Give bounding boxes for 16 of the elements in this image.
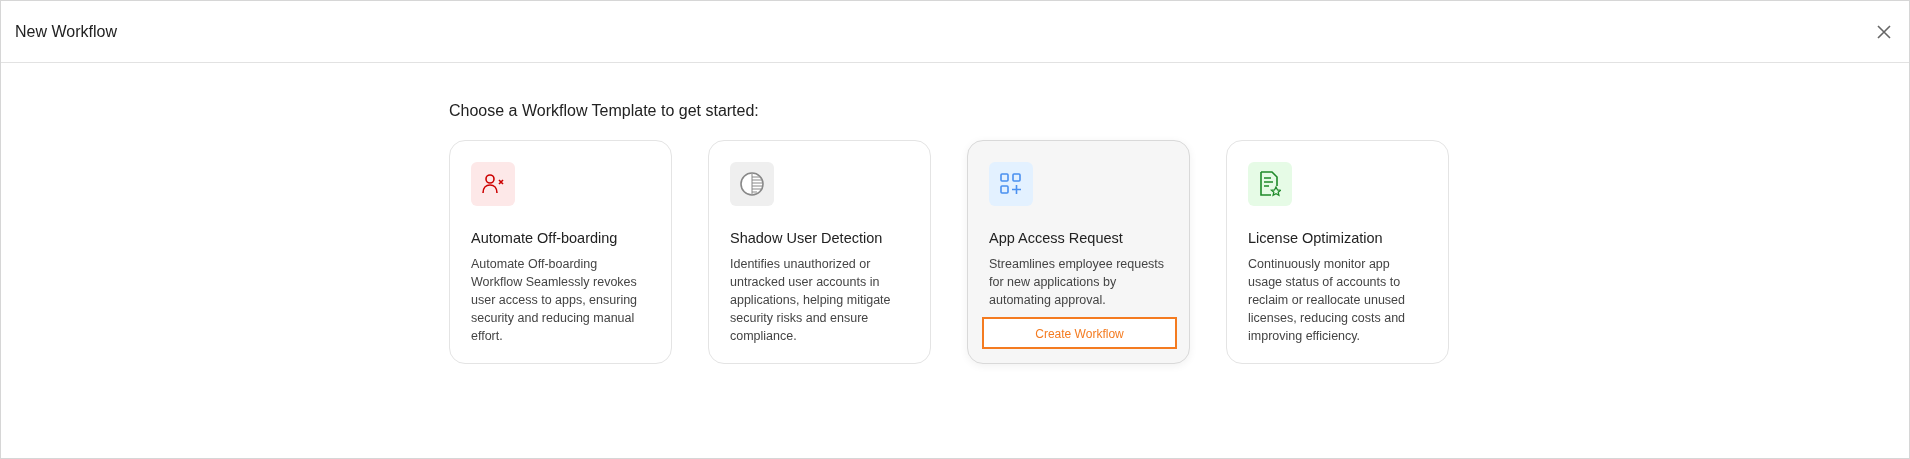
card-title: App Access Request — [989, 229, 1124, 248]
card-description: Streamlines employee requests for new applications by automating approval. — [989, 255, 1165, 309]
card-title: License Optimization — [1248, 229, 1384, 248]
template-card[interactable]: License Optimization Continuously monitor app usage status of accounts to reclaim or reallocate unused licenses, reducing costs and improving efficiency. — [1226, 140, 1449, 364]
template-card[interactable]: Automate Off-boarding Automate Off-boarding Workflow Seamlessly revokes user access to apps, ensuring security and reducing manual effort. — [449, 140, 672, 364]
apps-add-icon — [989, 162, 1033, 206]
window-title: New Workflow — [15, 21, 117, 42]
template-card[interactable]: Shadow User Detection Identifies unauthorized or untracked user accounts in applications, helping mitigate security risks and ensure compliance. — [708, 140, 931, 364]
template-card[interactable]: App Access Request Streamlines employee requests for new applications by automating approval. Create Workflow — [967, 140, 1190, 364]
card-title: Shadow User Detection — [730, 229, 884, 248]
card-description: Identifies unauthorized or untracked user accounts in applications, helping mitigate security risks and ensure compliance. — [730, 255, 892, 345]
card-title: Automate Off-boarding — [471, 229, 619, 248]
heading: Choose a Workflow Template to get started: — [449, 101, 760, 121]
user-remove-icon — [471, 162, 515, 206]
card-description: Continuously monitor app usage status of accounts to reclaim or reallocate unused licenses, reducing costs and improving efficiency. — [1248, 255, 1407, 345]
card-description: Automate Off-boarding Workflow Seamlessly revokes user access to apps, ensuring security and reducing manual effort. — [471, 255, 639, 345]
